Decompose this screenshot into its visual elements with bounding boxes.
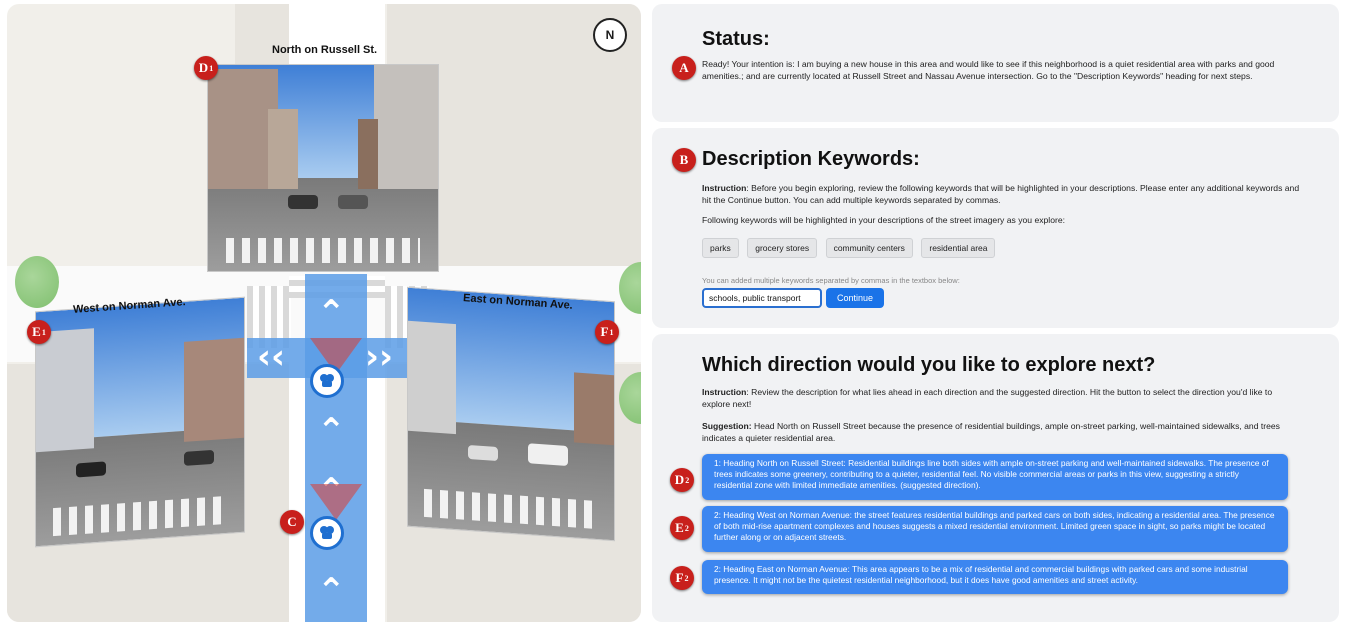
crosswalk (226, 238, 420, 263)
badge-a: A (672, 56, 696, 80)
badge-e1: E1 (27, 320, 51, 344)
north-chevron-icon[interactable]: ⌃ (317, 414, 346, 448)
north-chevron-icon[interactable]: ⌃ (317, 296, 346, 330)
north-direction-label: North on Russell St. (272, 44, 378, 56)
current-location-pegman-icon[interactable] (310, 516, 344, 550)
badge-f2: F2 (670, 566, 694, 590)
pegman-icon[interactable] (310, 364, 344, 398)
building (408, 320, 456, 434)
street-map: ⌃ ⌃ ⌃ ⌃ ‹‹ ›› N North on Russell St. Wes… (7, 4, 641, 622)
north-chevron-icon[interactable]: ⌃ (317, 574, 346, 608)
keywords-input[interactable] (702, 288, 822, 308)
status-panel: A Status: Ready! Your intention is: I am… (652, 4, 1339, 122)
compass-north-icon: N (593, 18, 627, 52)
east-chevron-icon[interactable]: ›› (365, 340, 393, 374)
east-street-view-image[interactable] (407, 286, 615, 542)
direction-heading: Which direction would you like to explor… (702, 354, 1156, 376)
status-heading: Status: (702, 28, 770, 50)
car (76, 461, 106, 478)
keyword-chip[interactable]: parks (702, 238, 739, 258)
keyword-chip[interactable]: residential area (921, 238, 996, 258)
building (36, 328, 94, 453)
keywords-panel: B Description Keywords: Instruction: Bef… (652, 128, 1339, 328)
building (358, 118, 378, 189)
continue-button[interactable]: Continue (826, 288, 884, 308)
car (288, 195, 318, 210)
badge-b: B (672, 148, 696, 172)
keyword-chip-list: parks grocery stores community centers r… (702, 238, 999, 258)
badge-f1: F1 (595, 320, 619, 344)
building (184, 338, 244, 443)
car (468, 444, 498, 461)
direction-panel: Which direction would you like to explor… (652, 334, 1339, 622)
car (338, 195, 368, 210)
badge-c: C (280, 510, 304, 534)
status-text: Ready! Your intention is: I am buying a … (702, 59, 1275, 81)
keywords-instruction: Instruction: Before you begin exploring,… (702, 183, 1300, 205)
option-north-button[interactable]: 1: Heading North on Russell Street: Resi… (702, 454, 1288, 500)
direction-suggestion: Suggestion: Head North on Russell Street… (702, 421, 1280, 443)
keyword-chip[interactable]: community centers (825, 238, 913, 258)
car (184, 449, 214, 466)
keyword-chip[interactable]: grocery stores (747, 238, 818, 258)
building (574, 372, 614, 446)
highlight-note: Following keywords will be highlighted i… (702, 215, 1066, 225)
option-west-button[interactable]: 2: Heading West on Norman Avenue: the st… (702, 506, 1288, 552)
truck (528, 442, 568, 466)
west-street-view-image[interactable] (35, 296, 245, 548)
badge-d1: D1 (194, 56, 218, 80)
direction-instruction: Instruction: Review the description for … (702, 387, 1273, 409)
option-east-button[interactable]: 2: Heading East on Norman Avenue: This a… (702, 560, 1288, 594)
north-street-view-image[interactable] (207, 64, 439, 272)
keywords-heading: Description Keywords: (702, 148, 920, 170)
west-chevron-icon[interactable]: ‹‹ (257, 340, 285, 374)
keywords-hint: You can added multiple keywords separate… (702, 276, 960, 285)
building (268, 108, 298, 189)
view-cone-icon (310, 484, 362, 520)
tree-icon (15, 256, 59, 308)
building (374, 65, 438, 189)
badge-e2: E2 (670, 516, 694, 540)
badge-d2: D2 (670, 468, 694, 492)
